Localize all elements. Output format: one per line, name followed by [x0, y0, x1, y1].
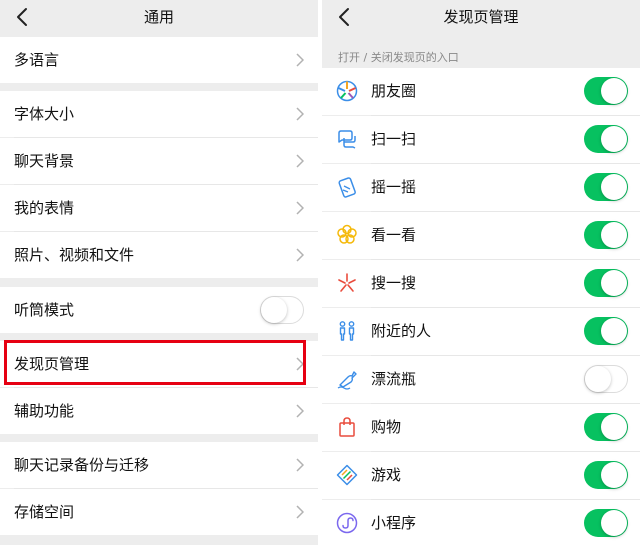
shake-icon: [336, 176, 358, 198]
earpiece-mode-toggle[interactable]: [260, 296, 304, 324]
toggle-knob: [261, 296, 287, 323]
settings-item-label: 聊天背景: [14, 152, 75, 170]
nav-bar: 通用: [0, 0, 318, 35]
discover-item-top-stories: 看一看: [322, 212, 640, 259]
discover-item-label: 游戏: [371, 466, 402, 484]
chevron-right-icon: [296, 505, 304, 519]
shopping-icon: [336, 416, 358, 438]
discover-item-shake: 摇一摇: [322, 164, 640, 211]
settings-item-label: 存储空间: [14, 503, 75, 521]
search-toggle[interactable]: [584, 269, 628, 297]
discover-item-label: 购物: [371, 418, 402, 436]
discover-item-people-nearby: 附近的人: [322, 308, 640, 355]
discover-item-label: 漂流瓶: [371, 370, 417, 388]
top-stories-toggle[interactable]: [584, 221, 628, 249]
settings-item-language[interactable]: 多语言: [0, 37, 318, 83]
chevron-right-icon: [296, 248, 304, 262]
settings-item-label: 辅助功能: [14, 402, 75, 420]
mini-programs-icon: [336, 512, 358, 534]
chevron-right-icon: [296, 201, 304, 215]
discover-item-mini-programs: 小程序: [322, 500, 640, 545]
settings-item-earpiece-mode: 听筒模式: [0, 287, 318, 333]
settings-item-label: 多语言: [14, 51, 60, 69]
scan-icon: [336, 128, 358, 150]
toggle-knob: [601, 414, 627, 440]
moments-icon: [336, 80, 358, 102]
discover-item-label: 小程序: [371, 514, 417, 532]
games-toggle[interactable]: [584, 461, 628, 489]
discover-management-screen: 发现页管理 打开 / 关闭发现页的入口 朋友圈 扫一扫 摇一摇 看一看 搜一搜 …: [322, 0, 640, 545]
toggle-knob: [601, 318, 627, 344]
discover-item-label: 看一看: [371, 226, 417, 244]
toggle-knob: [601, 270, 627, 296]
drift-bottle-toggle[interactable]: [584, 365, 628, 393]
nav-bar: 发现页管理: [322, 0, 640, 35]
discover-item-scan: 扫一扫: [322, 116, 640, 163]
toggle-knob: [601, 78, 627, 104]
settings-item-label: 照片、视频和文件: [14, 246, 135, 264]
toggle-knob: [585, 365, 611, 392]
drift-bottle-icon: [336, 368, 358, 390]
toggle-knob: [601, 510, 627, 536]
page-title: 发现页管理: [443, 8, 519, 26]
mini-programs-toggle[interactable]: [584, 509, 628, 537]
discover-item-label: 扫一扫: [371, 130, 417, 148]
section-label: 打开 / 关闭发现页的入口: [338, 51, 459, 64]
chevron-right-icon: [296, 404, 304, 418]
toggle-knob: [601, 462, 627, 488]
discover-item-drift-bottle: 漂流瓶: [322, 356, 640, 403]
discover-item-search: 搜一搜: [322, 260, 640, 307]
chevron-right-icon: [296, 53, 304, 67]
settings-item-storage[interactable]: 存储空间: [0, 489, 318, 535]
chevron-right-icon: [296, 357, 304, 371]
search-icon: [336, 272, 358, 294]
shake-toggle[interactable]: [584, 173, 628, 201]
discover-item-label: 搜一搜: [371, 274, 417, 292]
general-settings-screen: 通用 多语言 字体大小 聊天背景 我的表情 照片、视频和文件 听筒模式 发现页管…: [0, 0, 318, 545]
settings-item-discover-management[interactable]: 发现页管理: [0, 341, 318, 387]
settings-item-label: 字体大小: [14, 105, 75, 123]
games-icon: [336, 464, 358, 486]
chevron-right-icon: [296, 154, 304, 168]
chevron-right-icon: [296, 458, 304, 472]
settings-item-label: 发现页管理: [14, 355, 90, 373]
settings-item-label: 我的表情: [14, 199, 75, 217]
toggle-knob: [601, 222, 627, 248]
discover-item-shopping: 购物: [322, 404, 640, 451]
shopping-toggle[interactable]: [584, 413, 628, 441]
discover-item-games: 游戏: [322, 452, 640, 499]
settings-item-font-size[interactable]: 字体大小: [0, 91, 318, 137]
toggle-knob: [601, 174, 627, 200]
scan-toggle[interactable]: [584, 125, 628, 153]
people-nearby-icon: [336, 320, 358, 342]
discover-item-moments: 朋友圈: [322, 68, 640, 115]
settings-item-chat-backup[interactable]: 聊天记录备份与迁移: [0, 442, 318, 488]
settings-item-photos-videos-files[interactable]: 照片、视频和文件: [0, 232, 318, 278]
settings-item-accessibility[interactable]: 辅助功能: [0, 388, 318, 434]
chevron-right-icon: [296, 107, 304, 121]
page-title: 通用: [143, 8, 174, 26]
settings-item-label: 聊天记录备份与迁移: [14, 456, 150, 474]
toggle-knob: [601, 126, 627, 152]
settings-item-my-stickers[interactable]: 我的表情: [0, 185, 318, 231]
discover-item-label: 朋友圈: [371, 82, 417, 100]
discover-item-label: 摇一摇: [371, 178, 417, 196]
settings-item-chat-background[interactable]: 聊天背景: [0, 138, 318, 184]
discover-item-label: 附近的人: [371, 322, 432, 340]
people-nearby-toggle[interactable]: [584, 317, 628, 345]
top-stories-icon: [336, 224, 358, 246]
moments-toggle[interactable]: [584, 77, 628, 105]
settings-item-label: 听筒模式: [14, 301, 75, 319]
